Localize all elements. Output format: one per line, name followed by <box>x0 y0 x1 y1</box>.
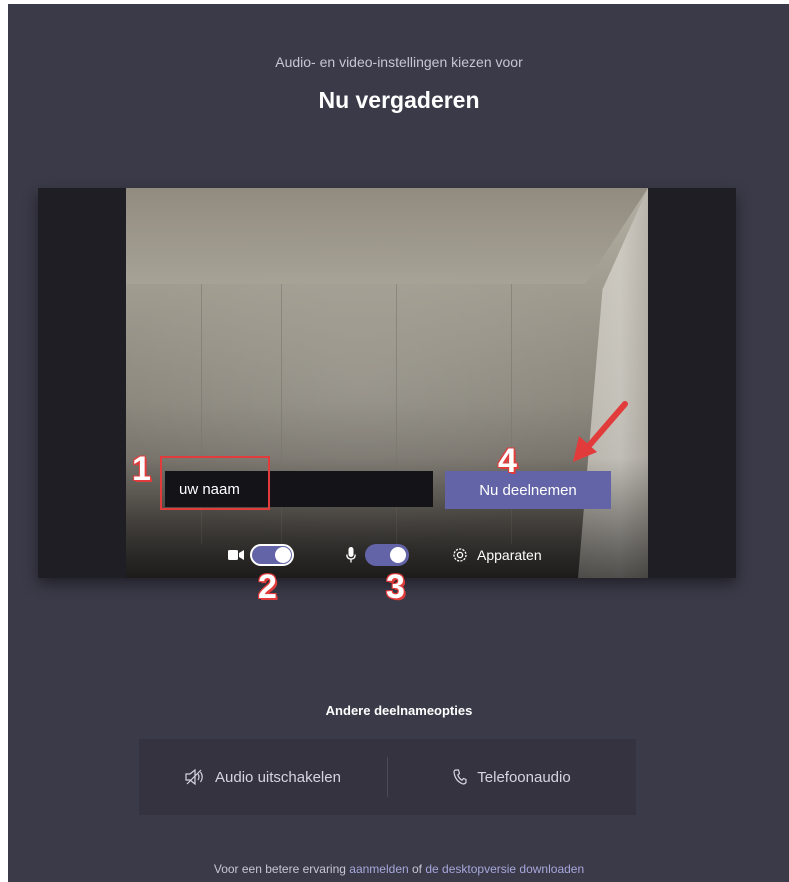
microphone-toggle[interactable] <box>365 544 409 566</box>
camera-feed <box>126 188 648 578</box>
camera-toggle[interactable] <box>250 544 294 566</box>
annotation-number-3: 3 <box>385 568 406 606</box>
desktop-download-link[interactable]: de desktopversie downloaden <box>425 862 584 876</box>
gear-icon <box>451 546 469 564</box>
phone-audio-label: Telefoonaudio <box>477 768 571 786</box>
video-preview: Nu deelnemen <box>38 188 736 578</box>
meeting-prejoin-screen: Audio- en video-instellingen kiezen voor… <box>8 4 789 882</box>
footer: Voor een betere ervaring aanmelden of de… <box>8 862 789 876</box>
camera-ceiling-shade <box>126 188 648 284</box>
phone-audio-option[interactable]: Telefoonaudio <box>388 739 636 815</box>
footer-prefix: Voor een betere ervaring <box>213 862 350 876</box>
other-join-options: Audio uitschakelen Telefoonaudio <box>139 739 636 815</box>
annotation-number-4: 4 <box>497 442 518 480</box>
other-join-options-title: Andere deelnameopties <box>325 703 473 718</box>
microphone-toggle-knob <box>390 547 406 563</box>
sign-in-link[interactable]: aanmelden <box>349 862 408 876</box>
annotation-number-2: 2 <box>257 568 278 606</box>
devices-label: Apparaten <box>477 547 542 563</box>
annotation-box-name <box>160 456 270 510</box>
camera-toggle-knob <box>275 547 291 563</box>
devices-button[interactable]: Apparaten <box>451 542 542 568</box>
microphone-icon <box>346 547 356 563</box>
annotation-number-1: 1 <box>131 450 152 488</box>
footer-middle: of <box>408 862 426 876</box>
arrow-icon <box>573 401 628 462</box>
page-title: Nu vergaderen <box>318 87 480 113</box>
audio-off-option[interactable]: Audio uitschakelen <box>139 739 387 815</box>
camera-icon <box>228 549 244 561</box>
phone-icon <box>453 769 467 785</box>
microphone-control <box>346 542 409 568</box>
page-subtitle: Audio- en video-instellingen kiezen voor <box>275 54 523 70</box>
camera-control <box>228 542 294 568</box>
audio-off-label: Audio uitschakelen <box>215 768 341 786</box>
speaker-muted-icon <box>185 769 205 785</box>
join-now-button[interactable]: Nu deelnemen <box>445 471 611 509</box>
